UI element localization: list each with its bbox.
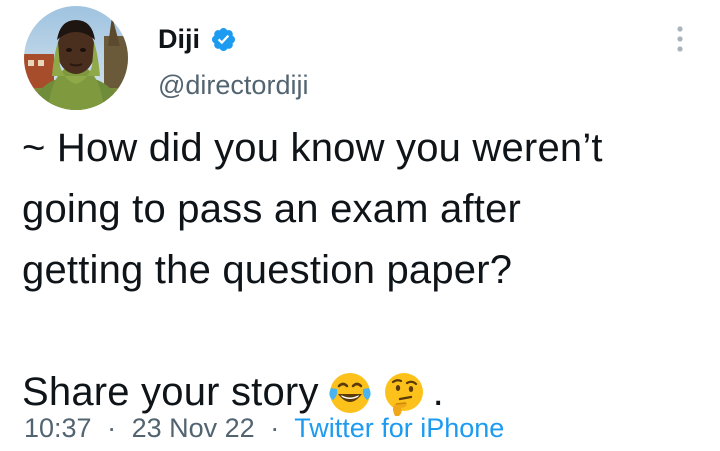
tweet-time[interactable]: 10:37 (24, 413, 92, 443)
thinking-face-icon (381, 370, 427, 416)
meta-separator: · (107, 413, 117, 443)
tweet-text-line: ~ How did you know you weren’t (22, 126, 603, 170)
meta-separator: · (270, 413, 280, 443)
tweet-text: ~ How did you know you weren’t going to … (22, 118, 702, 423)
face-with-tears-of-joy-icon (327, 370, 373, 416)
author-display-name[interactable]: Diji (158, 20, 200, 58)
avatar[interactable] (24, 6, 128, 110)
verified-badge-icon (210, 26, 237, 53)
tweet-source-link[interactable]: Twitter for iPhone (294, 413, 504, 443)
tweet-meta: 10:37 · 23 Nov 22 · Twitter for iPhone (24, 410, 504, 446)
tweet-date[interactable]: 23 Nov 22 (132, 413, 255, 443)
avatar-photo (24, 6, 128, 110)
author-handle[interactable]: @directordiji (158, 67, 308, 103)
tweet-card: Diji @directordiji ~ How did you know yo… (0, 0, 720, 451)
more-options-icon[interactable] (670, 22, 690, 58)
author-name-row[interactable]: Diji (158, 20, 237, 58)
tweet-text-line: getting the question paper? (22, 248, 513, 292)
tweet-text-line: going to pass an exam after (22, 187, 522, 231)
